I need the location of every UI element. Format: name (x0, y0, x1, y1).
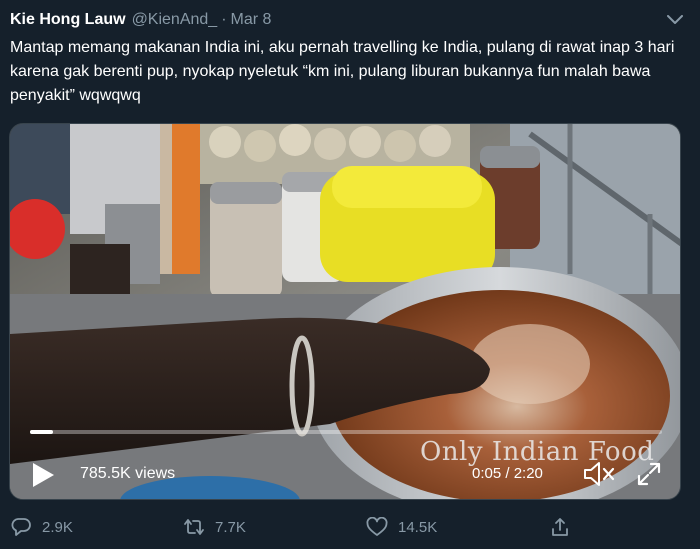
video-watermark: Only Indian Food (420, 437, 655, 467)
tweet-header: Kie Hong Lauw @KienAnd_ · Mar 8 (10, 8, 686, 32)
tweet-text: Mantap memang makanan India ini, aku per… (10, 39, 679, 104)
chevron-down-icon[interactable] (664, 10, 686, 30)
share-icon (549, 516, 571, 538)
play-icon (33, 463, 54, 487)
reply-button[interactable]: 2.9K (10, 512, 73, 542)
view-count: 785.5K views (80, 465, 176, 482)
retweet-icon (183, 516, 205, 538)
reply-count: 2.9K (42, 518, 73, 536)
tweet: Kie Hong Lauw @KienAnd_ · Mar 8 Mantap m… (0, 0, 700, 549)
heart-icon (366, 516, 388, 538)
like-button[interactable]: 14.5K (366, 512, 437, 542)
tweet-date[interactable]: Mar 8 (231, 11, 272, 29)
progress-fill (30, 430, 53, 434)
tweet-actions: 2.9K 7.7K 14.5K (0, 512, 700, 542)
reply-icon (10, 516, 32, 538)
separator-dot: · (221, 11, 227, 28)
progress-bar[interactable] (30, 430, 662, 434)
like-count: 14.5K (398, 518, 438, 536)
fullscreen-icon[interactable] (634, 458, 664, 490)
user-handle[interactable]: @KienAnd_ (132, 11, 218, 29)
share-button[interactable] (549, 512, 571, 542)
retweet-count: 7.7K (215, 518, 246, 536)
display-name[interactable]: Kie Hong Lauw (10, 11, 126, 29)
volume-muted-icon[interactable] (582, 458, 616, 490)
retweet-button[interactable]: 7.7K (183, 512, 246, 542)
video-player[interactable]: Only Indian Food 785.5K views 0:05 / 2:2… (9, 123, 681, 500)
video-time: 0:05 / 2:20 (472, 465, 543, 482)
play-button[interactable] (28, 460, 58, 490)
